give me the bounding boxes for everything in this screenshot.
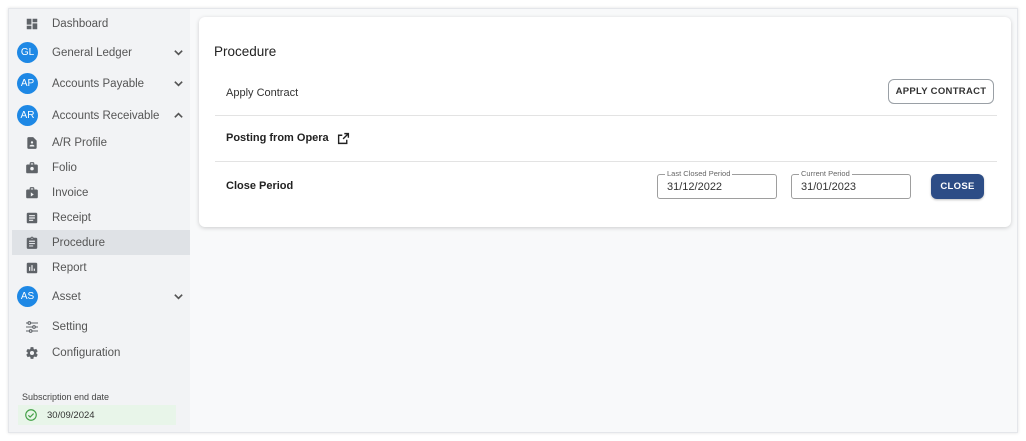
sidebar-item-setting[interactable]: Setting	[12, 314, 190, 339]
sliders-icon	[12, 319, 52, 335]
profile-icon	[12, 136, 52, 150]
avatar: AR	[17, 105, 38, 126]
posting-label: Posting from Opera	[226, 132, 329, 144]
sidebar-item-receipt[interactable]: Receipt	[12, 205, 190, 230]
procedure-icon	[12, 236, 52, 250]
sidebar-item-label: General Ledger	[52, 46, 132, 59]
sidebar-item-label: Invoice	[52, 186, 89, 199]
avatar: GL	[17, 42, 38, 63]
chevron-down-icon	[166, 291, 190, 302]
sidebar-item-report[interactable]: Report	[12, 255, 190, 280]
avatar: AP	[17, 73, 38, 94]
open-external-icon[interactable]	[337, 132, 350, 145]
sidebar-item-label: Accounts Payable	[52, 77, 145, 90]
receipt-icon	[12, 211, 52, 225]
sidebar-item-configuration[interactable]: Configuration	[12, 340, 190, 365]
sidebar-item-label: Asset	[52, 290, 81, 303]
subscription-label: Subscription end date	[22, 392, 110, 402]
sidebar-item-dashboard[interactable]: Dashboard	[12, 11, 190, 36]
chevron-down-icon	[166, 47, 190, 58]
invoice-icon	[12, 186, 52, 200]
report-icon	[12, 261, 52, 275]
avatar: AS	[17, 286, 38, 307]
chevron-down-icon	[166, 78, 190, 89]
sidebar-item-label: Receipt	[52, 211, 91, 224]
last-closed-period-field[interactable]: Last Closed Period 31/12/2022	[657, 169, 777, 199]
app-window: Dashboard GL General Ledger AP Accounts …	[8, 8, 1018, 433]
sidebar-item-general-ledger[interactable]: GL General Ledger	[12, 40, 190, 65]
current-period-label: Current Period	[799, 169, 852, 179]
sidebar-item-label: Accounts Receivable	[52, 109, 160, 122]
apply-contract-row: Apply Contract	[215, 79, 997, 107]
subscription-date-value: 30/09/2024	[47, 409, 95, 421]
procedure-card: Procedure Apply Contract APPLY CONTRACT …	[199, 17, 1011, 227]
current-period-field[interactable]: Current Period 31/01/2023	[791, 169, 911, 199]
sidebar-item-ar-profile[interactable]: A/R Profile	[12, 130, 190, 155]
current-period-value: 31/01/2023	[801, 180, 857, 193]
close-period-label: Close Period	[226, 180, 294, 192]
sidebar-item-folio[interactable]: Folio	[12, 155, 190, 180]
close-button[interactable]: CLOSE	[931, 174, 984, 199]
sidebar-item-label: Setting	[52, 320, 88, 333]
sidebar-item-accounts-receivable[interactable]: AR Accounts Receivable	[12, 103, 190, 128]
last-closed-period-label: Last Closed Period	[665, 169, 733, 179]
dashboard-icon	[12, 17, 52, 31]
divider	[215, 161, 997, 162]
last-closed-period-value: 31/12/2022	[667, 180, 723, 193]
sidebar-item-label: Report	[52, 261, 87, 274]
page-title: Procedure	[214, 44, 277, 59]
chevron-up-icon	[166, 110, 190, 121]
gear-icon	[12, 346, 52, 360]
apply-contract-button[interactable]: APPLY CONTRACT	[888, 79, 994, 104]
sidebar-item-label: Procedure	[52, 236, 106, 249]
sidebar-item-accounts-payable[interactable]: AP Accounts Payable	[12, 71, 190, 96]
sidebar-item-asset[interactable]: AS Asset	[12, 284, 190, 309]
sidebar-item-label: Folio	[52, 161, 77, 174]
divider	[215, 115, 997, 116]
sidebar-item-label: Configuration	[52, 346, 121, 359]
sidebar-item-procedure[interactable]: Procedure	[12, 230, 190, 255]
subscription-date: 30/09/2024	[18, 405, 176, 425]
posting-row: Posting from Opera	[215, 127, 997, 149]
check-circle-icon	[25, 409, 37, 421]
folio-icon	[12, 161, 52, 175]
apply-contract-label: Apply Contract	[226, 87, 299, 99]
sidebar: Dashboard GL General Ledger AP Accounts …	[9, 9, 190, 432]
sidebar-item-invoice[interactable]: Invoice	[12, 180, 190, 205]
sidebar-item-label: A/R Profile	[52, 136, 107, 149]
sidebar-item-label: Dashboard	[52, 17, 109, 30]
